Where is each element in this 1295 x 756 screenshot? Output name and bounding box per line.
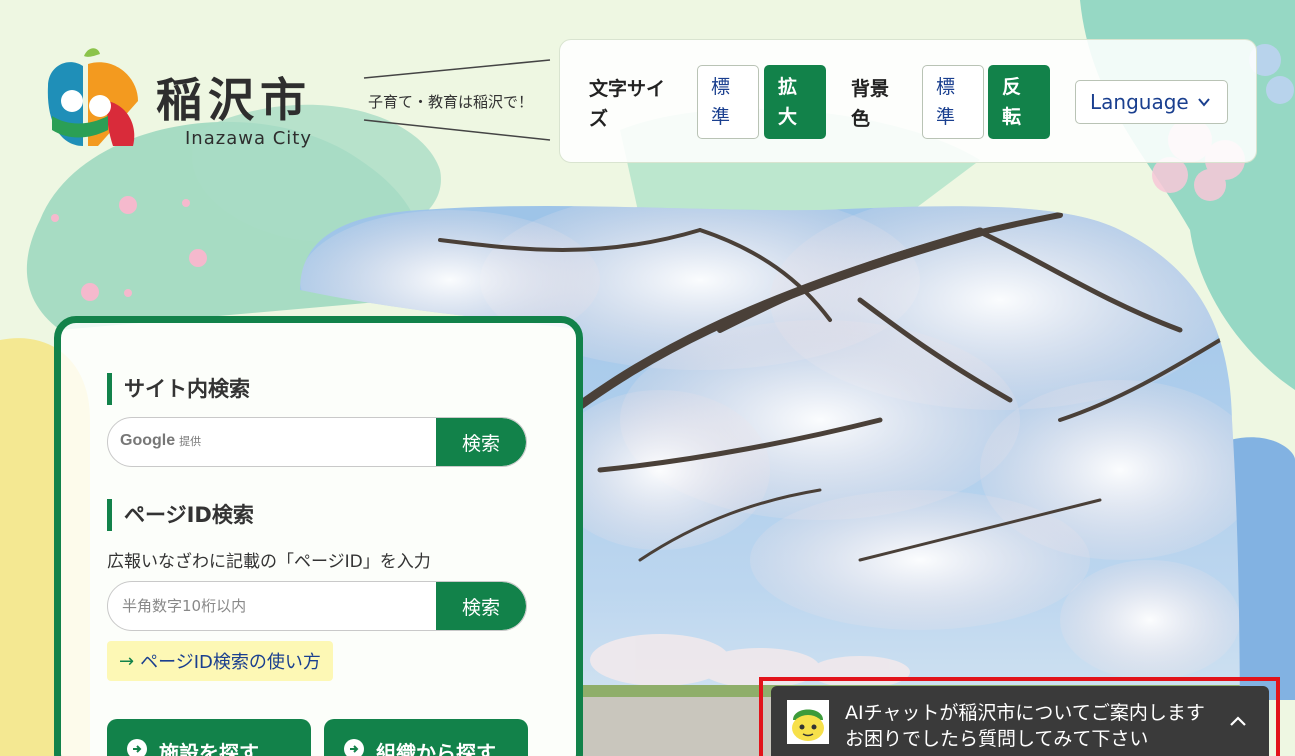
city-tagline: 子育て・教育は稲沢で！ — [368, 93, 534, 111]
site-search-title: サイト内検索 — [107, 373, 250, 405]
find-facilities-button[interactable]: 施設を探す — [107, 719, 311, 756]
site-search-button[interactable]: 検索 — [436, 418, 526, 466]
language-label: Language — [1090, 90, 1189, 114]
city-logo[interactable]: 稲沢市 Inazawa City — [38, 46, 358, 156]
search-panel: サイト内検索 Google 提供 検索 ページID検索 広報いなざわに記載の「ペー… — [54, 316, 583, 756]
font-size-standard-button[interactable]: 標準 — [697, 65, 759, 139]
font-size-label: 文字サイズ — [589, 78, 666, 130]
page-id-input[interactable] — [108, 582, 436, 630]
page-id-description: 広報いなざわに記載の「ページID」を入力 — [107, 552, 431, 572]
page-id-search-form: 検索 — [107, 581, 527, 631]
howto-link-text: ページID検索の使い方 — [140, 652, 321, 673]
city-name-english: Inazawa City — [185, 128, 312, 149]
font-size-large-button[interactable]: 拡大 — [764, 65, 826, 139]
language-select[interactable]: Language — [1075, 80, 1228, 124]
arrow-circle-icon — [344, 739, 364, 756]
page-id-search-title: ページID検索 — [107, 499, 254, 531]
find-organization-label: 組織から探す — [376, 741, 496, 756]
bg-invert-button[interactable]: 反転 — [988, 65, 1050, 139]
chat-line-1: AIチャットが稲沢市についてご案内します — [845, 702, 1205, 724]
arrow-circle-icon — [127, 739, 147, 756]
find-organization-button[interactable]: 組織から探す — [324, 719, 528, 756]
accessibility-settings: 文字サイズ 標準 拡大 背景色 標準 反転 Language — [559, 39, 1257, 163]
city-name: 稲沢市 — [156, 73, 312, 127]
ai-chat-launcher[interactable]: AIチャットが稲沢市についてご案内します お困りでしたら質問してみて下さい — [771, 686, 1269, 756]
bg-color-label: 背景色 — [851, 78, 890, 130]
bg-standard-button[interactable]: 標準 — [922, 65, 984, 139]
arrow-right-icon: → — [119, 650, 135, 672]
site-search-input[interactable] — [108, 418, 436, 466]
page-id-search-button[interactable]: 検索 — [436, 582, 526, 630]
site-search-form: Google 提供 検索 — [107, 417, 527, 467]
chevron-down-icon — [1197, 98, 1210, 107]
mascot-avatar-icon — [787, 700, 829, 744]
find-facilities-label: 施設を探す — [159, 741, 259, 756]
chat-line-2: お困りでしたら質問してみて下さい — [845, 728, 1149, 750]
page-id-howto-link[interactable]: → ページID検索の使い方 — [107, 641, 333, 681]
inazawa-logo-mark-icon — [47, 48, 138, 146]
chevron-up-icon — [1230, 716, 1246, 726]
